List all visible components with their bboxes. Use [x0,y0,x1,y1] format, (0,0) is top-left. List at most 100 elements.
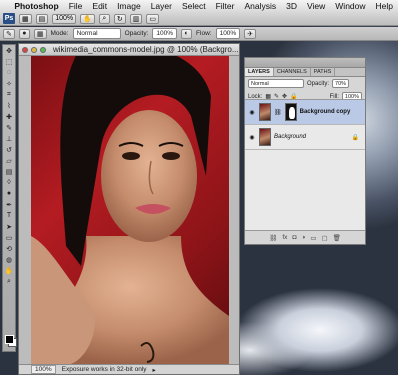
eyedropper-tool-icon[interactable]: ⌇ [4,101,14,110]
link-layers-icon[interactable]: ⛓ [269,234,277,242]
menu-layer[interactable]: Layer [146,1,177,11]
new-layer-icon[interactable]: ▢ [321,234,327,242]
history-brush-tool-icon[interactable]: ↺ [4,145,14,154]
pressure-opacity-icon[interactable]: ◐ [181,28,193,39]
photoshop-logo-icon: Ps [3,13,15,24]
layer-opacity-field[interactable]: 70% [332,79,350,88]
layers-panel: LAYERS CHANNELS PATHS Normal Opacity: 70… [244,57,366,245]
marquee-tool-icon[interactable]: ⬚ [4,57,14,66]
menu-window[interactable]: Window [330,1,370,11]
zoom-select[interactable]: 100% [52,13,77,24]
menu-3d[interactable]: 3D [281,1,302,11]
add-mask-icon[interactable]: ◘ [292,234,296,241]
opacity-label: Opacity: [124,30,149,37]
clone-stamp-tool-icon[interactable]: ⊥ [4,134,14,143]
mode-label: Mode: [50,30,69,37]
menu-analysis[interactable]: Analysis [239,1,281,11]
brush-picker-button[interactable]: ● [18,28,30,39]
menu-select[interactable]: Select [177,1,211,11]
fx-icon[interactable]: fx [282,234,287,241]
layers-panel-footer: ⛓ fx ◘ ◑ ▭ ▢ 🗑 [245,231,365,244]
visibility-eye-icon[interactable]: ◉ [248,109,256,116]
flow-label: Flow: [196,30,212,37]
portrait-photo [31,56,229,364]
layer-name: Background [274,134,307,140]
blend-opacity-row: Normal Opacity: 70% [245,77,365,90]
healing-brush-tool-icon[interactable]: ✚ [4,112,14,121]
crop-tool-icon[interactable]: ⌗ [4,90,14,99]
layer-opacity-label: Opacity: [307,80,330,87]
visibility-eye-icon[interactable]: ◉ [248,134,256,141]
layer-row-background[interactable]: ◉ Background 🔒 [245,125,365,150]
bridge-button[interactable]: ▦ [19,13,32,24]
layer-thumbnail [259,128,271,146]
lasso-tool-icon[interactable]: ◌ [4,68,14,77]
gradient-tool-icon[interactable]: ▤ [4,167,14,176]
layer-thumbnail [259,103,271,121]
brush-tool-preset-icon[interactable]: ✎ [3,28,15,39]
panel-header[interactable] [245,58,365,68]
layer-row-background-copy[interactable]: ◉ ⛓ Background copy [245,100,365,125]
document-status-bar: 100% Exposure works in 32-bit only ▸ [19,364,239,374]
new-group-icon[interactable]: ▭ [310,234,316,242]
layer-lock-icon: 🔒 [351,134,359,141]
layer-name: Background copy [299,109,351,115]
shape-tool-icon[interactable]: ▭ [4,233,14,242]
tab-channels[interactable]: CHANNELS [274,68,311,76]
application-bar: Ps ▦ ▤ 100% ✋ ⌕ ↻ ▥ ▭ [0,12,398,26]
path-selection-tool-icon[interactable]: ➤ [4,222,14,231]
document-title: wikimedia_commons-model.jpg @ 100% (Back… [53,45,239,54]
type-tool-icon[interactable]: T [4,211,14,220]
zoom-tool-button[interactable]: ⌕ [98,13,110,24]
layer-link-icon: ⛓ [274,109,282,116]
menu-help[interactable]: Help [371,1,398,11]
tools-panel: ✥ ⬚ ◌ ✧ ⌗ ⌇ ✚ ✎ ⊥ ↺ ▱ ▤ ◊ ● ✒ T ➤ ▭ ⟲ ◍ … [2,44,17,352]
blend-mode-select[interactable]: Normal [248,79,304,88]
tab-paths[interactable]: PATHS [311,68,336,76]
arrange-documents-button[interactable]: ▥ [129,13,143,24]
trash-icon[interactable]: 🗑 [333,234,341,242]
eraser-tool-icon[interactable]: ▱ [4,156,14,165]
airbrush-icon[interactable]: ✈ [244,28,257,39]
document-titlebar[interactable]: wikimedia_commons-model.jpg @ 100% (Back… [19,44,239,56]
adjustment-layer-icon[interactable]: ◑ [301,234,305,241]
options-bar: ✎ ● ▦ Mode: Normal Opacity: 100% ◐ Flow:… [0,27,398,41]
blur-tool-icon[interactable]: ◊ [4,178,14,187]
menu-filter[interactable]: Filter [211,1,240,11]
zoom-window-icon[interactable] [40,46,46,53]
tab-layers[interactable]: LAYERS [245,68,274,76]
menu-edit[interactable]: Edit [87,1,112,11]
image-canvas[interactable] [31,56,229,364]
hand-tool-icon[interactable]: ✋ [4,266,14,275]
document-window: wikimedia_commons-model.jpg @ 100% (Back… [18,43,240,375]
layer-mask-thumbnail[interactable] [284,103,297,121]
brush-tool-icon[interactable]: ✎ [4,123,14,132]
minimize-window-icon[interactable] [31,46,37,53]
opacity-field[interactable]: 100% [152,28,178,39]
screen-mode-button[interactable]: ▭ [146,13,159,24]
rotate-view-button[interactable]: ↻ [113,13,126,24]
flow-field[interactable]: 100% [215,28,241,39]
layers-list: ◉ ⛓ Background copy ◉ Background 🔒 [245,99,365,231]
move-tool-icon[interactable]: ✥ [4,46,14,55]
brush-panel-toggle-icon[interactable]: ▦ [33,28,47,39]
status-menu-arrow-icon[interactable]: ▸ [153,366,156,374]
close-window-icon[interactable] [22,46,28,53]
mode-select[interactable]: Normal [72,28,121,39]
foreground-color-swatch[interactable] [5,335,14,344]
menu-view[interactable]: View [302,1,330,11]
3d-orbit-tool-icon[interactable]: ◍ [4,255,14,264]
menu-photoshop[interactable]: Photoshop [9,1,63,11]
quick-selection-tool-icon[interactable]: ✧ [4,79,14,88]
hand-tool-button[interactable]: ✋ [80,13,95,24]
dodge-tool-icon[interactable]: ● [4,189,14,198]
view-extras-button[interactable]: ▤ [35,13,49,24]
pen-tool-icon[interactable]: ✒ [4,200,14,209]
3d-rotate-tool-icon[interactable]: ⟲ [4,244,14,253]
zoom-tool-icon[interactable]: ⌕ [4,277,14,286]
document-zoom-field[interactable]: 100% [31,365,56,374]
panel-tabs: LAYERS CHANNELS PATHS [245,68,365,77]
menu-file[interactable]: File [64,1,88,11]
menu-image[interactable]: Image [112,1,146,11]
document-status-text[interactable]: Exposure works in 32-bit only [62,366,147,373]
